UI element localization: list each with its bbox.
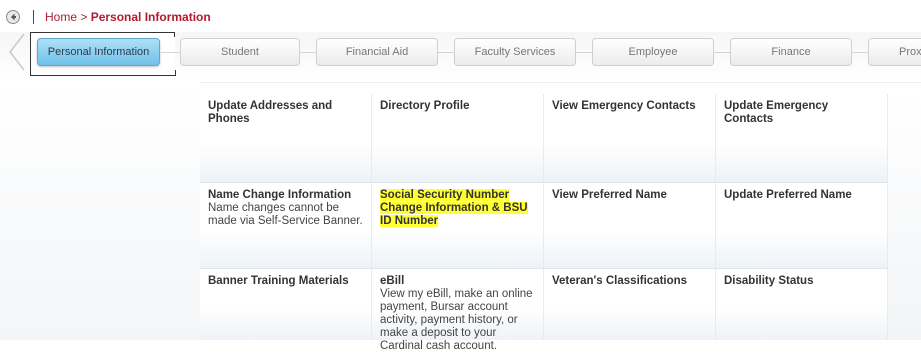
link-directory-profile[interactable]: Directory Profile: [372, 94, 544, 182]
link-update-preferred-name[interactable]: Update Preferred Name: [716, 183, 888, 268]
highlighted-title: Social Security Number Change Informatio…: [380, 189, 528, 227]
cell-title: Update Preferred Name: [724, 189, 852, 201]
left-panel: [0, 82, 200, 340]
tab-student[interactable]: Student: [180, 38, 300, 66]
link-view-emergency-contacts[interactable]: View Emergency Contacts: [544, 94, 716, 182]
cell-title: Disability Status: [724, 275, 814, 287]
cell-title: Update Emergency Contacts: [724, 100, 829, 125]
breadcrumb-current: Personal Information: [90, 10, 211, 24]
cell-title: Name Change Information: [208, 189, 352, 201]
link-name-change-information[interactable]: Name Change Information Name changes can…: [200, 183, 372, 268]
tab-strip: Personal Information Student Financial A…: [0, 32, 921, 83]
scroll-left-icon[interactable]: [4, 32, 28, 76]
tab-employee[interactable]: Employee: [592, 38, 714, 66]
cell-title: View Emergency Contacts: [552, 100, 696, 112]
breadcrumb: Home > Personal Information: [45, 10, 211, 24]
cell-description: View my eBill, make an online payment, B…: [380, 288, 533, 352]
cell-title: Update Addresses and Phones: [208, 100, 333, 125]
tab-connector: [161, 52, 181, 53]
cell-description: Name changes cannot be made via Self-Ser…: [208, 202, 363, 227]
link-ebill[interactable]: eBill View my eBill, make an online paym…: [372, 269, 544, 352]
link-banner-training-materials[interactable]: Banner Training Materials: [200, 269, 372, 340]
tab-personal-information[interactable]: Personal Information: [37, 38, 160, 66]
link-view-preferred-name[interactable]: View Preferred Name: [544, 183, 716, 268]
link-veterans-classifications[interactable]: Veteran's Classifications: [544, 269, 716, 340]
cell-title: Social Security Number Change Informatio…: [380, 189, 532, 228]
link-disability-status[interactable]: Disability Status: [716, 269, 888, 340]
tab-financial-aid[interactable]: Financial Aid: [316, 38, 438, 66]
tab-connector: [438, 52, 454, 53]
breadcrumb-divider: [33, 10, 34, 24]
tab-connector: [576, 52, 592, 53]
tab-connector: [852, 52, 868, 53]
right-panel: [888, 94, 921, 340]
cell-title: eBill: [380, 275, 405, 287]
top-bar: Home > Personal Information: [0, 0, 921, 30]
tab-faculty-services[interactable]: Faculty Services: [454, 38, 576, 66]
back-arrow-icon[interactable]: [6, 10, 20, 24]
link-update-addresses-phones[interactable]: Update Addresses and Phones: [200, 94, 372, 182]
cell-title: Banner Training Materials: [208, 275, 349, 287]
link-update-emergency-contacts[interactable]: Update Emergency Contacts: [716, 94, 888, 182]
cell-title: Veteran's Classifications: [552, 275, 688, 287]
cell-title: Directory Profile: [380, 100, 470, 112]
tab-finance[interactable]: Finance: [730, 38, 852, 66]
link-ssn-change-bsu-id[interactable]: Social Security Number Change Informatio…: [372, 183, 544, 268]
tab-connector: [300, 52, 316, 53]
tab-connector: [714, 52, 730, 53]
breadcrumb-separator: >: [77, 10, 91, 24]
cell-title: View Preferred Name: [552, 189, 667, 201]
breadcrumb-home-link[interactable]: Home: [45, 10, 77, 24]
tab-proxy[interactable]: Proxy: [868, 38, 921, 66]
